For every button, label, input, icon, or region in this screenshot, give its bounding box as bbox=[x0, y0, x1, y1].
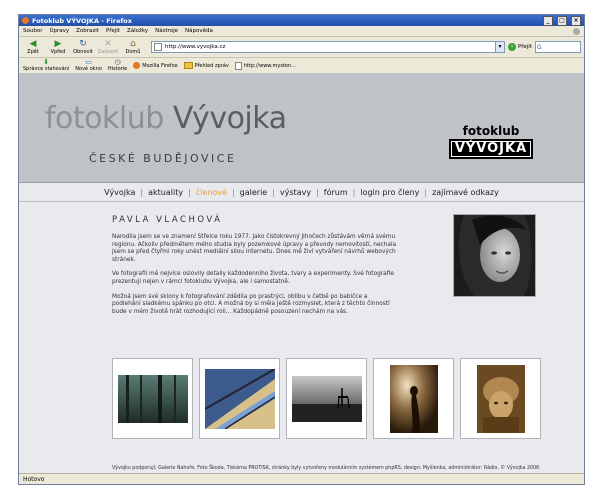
back-label: Zpět bbox=[27, 49, 39, 55]
club-badge: fotoklub VÝVOJKA bbox=[449, 125, 533, 161]
logo-subtitle: ČESKÉ BUDĚJOVICE bbox=[89, 152, 237, 165]
reload-label: Obnovit bbox=[73, 49, 93, 55]
maximize-button[interactable]: □ bbox=[557, 15, 567, 26]
throbber-icon bbox=[573, 27, 580, 35]
url-dropdown-icon[interactable]: ▾ bbox=[495, 42, 505, 52]
nav-galerie[interactable]: galerie bbox=[235, 188, 273, 197]
gallery-thumbnail[interactable] bbox=[199, 358, 280, 439]
nav-forum[interactable]: fórum bbox=[319, 188, 353, 197]
gallery-thumbnail[interactable] bbox=[112, 358, 193, 439]
stop-icon: ✕ bbox=[104, 39, 112, 49]
go-button[interactable]: › Přejít bbox=[508, 43, 532, 51]
bookmarks-toolbar: ⬇ Správce stahování ▭ Nové okno ◷ Histor… bbox=[19, 58, 584, 74]
gallery-thumbnail[interactable] bbox=[286, 358, 367, 439]
navigation-toolbar: ◀ Zpět ▶ Vpřed ↻ Obnovit ✕ Zastavit ⌂ Do… bbox=[19, 37, 584, 58]
new-window-label: Nové okno bbox=[75, 66, 102, 72]
menu-go[interactable]: Přejít bbox=[106, 28, 120, 34]
home-button[interactable]: ⌂ Domů bbox=[122, 39, 144, 55]
bookmark-mozilla-firefox[interactable]: Mozilla Firefox bbox=[133, 62, 178, 69]
bookmark-label: Mozilla Firefox bbox=[142, 62, 178, 69]
nav-vystavy[interactable]: výstavy bbox=[275, 188, 316, 197]
home-label: Domů bbox=[125, 49, 141, 55]
close-button[interactable]: × bbox=[571, 15, 581, 26]
menu-tools[interactable]: Nástroje bbox=[155, 28, 178, 34]
bio-paragraph: Narodila jsem se ve znamení Střelce roku… bbox=[112, 234, 397, 263]
url-bar[interactable]: http://www.vyvojka.cz ▾ bbox=[151, 41, 506, 53]
gallery-thumbnail[interactable] bbox=[460, 358, 541, 439]
member-name: PAVLA VLACHOVÁ bbox=[112, 215, 223, 225]
site-header: fotoklub Vývojka ČESKÉ BUDĚJOVICE fotokl… bbox=[19, 73, 584, 183]
bookmark-label: http://www.mysten... bbox=[243, 62, 296, 69]
nav-vyvojka[interactable]: Vývojka bbox=[99, 188, 140, 197]
minimize-button[interactable]: _ bbox=[543, 15, 553, 26]
bookmark-news-folder[interactable]: Přehled zpráv bbox=[183, 62, 229, 69]
reload-icon: ↻ bbox=[79, 39, 87, 49]
go-arrow-icon: › bbox=[508, 43, 517, 51]
search-engine-icon[interactable]: G bbox=[536, 44, 542, 51]
page-content: fotoklub Vývojka ČESKÉ BUDĚJOVICE fotokl… bbox=[19, 73, 584, 473]
go-label: Přejít bbox=[518, 44, 532, 50]
bio-paragraph: Možná jsem své sklony k fotografování zd… bbox=[112, 293, 390, 315]
bio-paragraph: Ve fotografii mě nejvíce oslovily detail… bbox=[112, 271, 394, 285]
menu-help[interactable]: Nápověda bbox=[185, 28, 213, 34]
history-icon: ◷ bbox=[114, 58, 121, 66]
page-icon bbox=[234, 61, 242, 70]
window-icon: ▭ bbox=[85, 58, 92, 66]
download-manager-label: Správce stahování bbox=[23, 66, 70, 72]
bookmark-label: Přehled zpráv bbox=[194, 62, 229, 69]
site-footer: Vývojku podporují: Galerie Nahoře, Foto … bbox=[112, 466, 540, 471]
menu-edit[interactable]: Úpravy bbox=[49, 28, 69, 34]
nav-odkazy[interactable]: zajímavé odkazy bbox=[427, 188, 504, 197]
member-portrait bbox=[453, 214, 536, 297]
gallery-thumbnail[interactable] bbox=[373, 358, 454, 439]
logo-word-vyvojka: Vývojka bbox=[172, 101, 287, 136]
nav-aktuality[interactable]: aktuality bbox=[143, 188, 188, 197]
stop-button[interactable]: ✕ Zastavit bbox=[97, 39, 119, 55]
forward-button[interactable]: ▶ Vpřed bbox=[47, 39, 69, 55]
firefox-icon bbox=[22, 17, 29, 24]
photo-gallery bbox=[112, 358, 541, 439]
forward-label: Vpřed bbox=[50, 49, 66, 55]
download-icon: ⬇ bbox=[43, 58, 50, 66]
new-window-button[interactable]: ▭ Nové okno bbox=[75, 58, 102, 73]
history-label: Historie bbox=[107, 66, 128, 72]
nav-clenove[interactable]: členové bbox=[191, 188, 232, 197]
url-text: http://www.vyvojka.cz bbox=[165, 44, 226, 50]
home-icon: ⌂ bbox=[130, 39, 136, 49]
menu-bar: Soubor Úpravy Zobrazit Přejít Záložky Ná… bbox=[19, 26, 584, 37]
download-manager-button[interactable]: ⬇ Správce stahování bbox=[23, 58, 70, 73]
menu-view[interactable]: Zobrazit bbox=[76, 28, 99, 34]
window-title: Fotoklub VÝVOJKA - Firefox bbox=[32, 16, 132, 25]
browser-window: Fotoklub VÝVOJKA - Firefox _ □ × Soubor … bbox=[18, 14, 585, 485]
folder-icon bbox=[183, 62, 193, 69]
site-navigation: Vývojka | aktuality | členové | galerie | vý… bbox=[19, 183, 584, 202]
page-favicon-icon bbox=[154, 43, 162, 51]
badge-bottom-text: VÝVOJKA bbox=[449, 139, 533, 159]
title-bar: Fotoklub VÝVOJKA - Firefox _ □ × bbox=[19, 15, 584, 26]
bookmark-page[interactable]: http://www.mysten... bbox=[234, 61, 296, 70]
logo-word-fotoklub: fotoklub bbox=[45, 101, 173, 136]
site-logo[interactable]: fotoklub Vývojka bbox=[45, 101, 287, 137]
search-input[interactable]: G bbox=[535, 41, 581, 53]
back-button[interactable]: ◀ Zpět bbox=[22, 39, 44, 55]
reload-button[interactable]: ↻ Obnovit bbox=[72, 39, 94, 55]
stop-label: Zastavit bbox=[97, 49, 119, 55]
history-button[interactable]: ◷ Historie bbox=[107, 58, 128, 73]
firefox-icon bbox=[133, 62, 141, 69]
forward-arrow-icon: ▶ bbox=[54, 39, 62, 49]
menu-bookmarks[interactable]: Záložky bbox=[127, 28, 148, 34]
badge-top-text: fotoklub bbox=[462, 124, 520, 138]
status-bar: Hotovo bbox=[19, 473, 584, 484]
nav-login[interactable]: login pro členy bbox=[355, 188, 424, 197]
menu-file[interactable]: Soubor bbox=[23, 28, 42, 34]
member-bio: Narodila jsem se ve znamení Střelce roku… bbox=[112, 234, 397, 323]
back-arrow-icon: ◀ bbox=[29, 39, 37, 49]
